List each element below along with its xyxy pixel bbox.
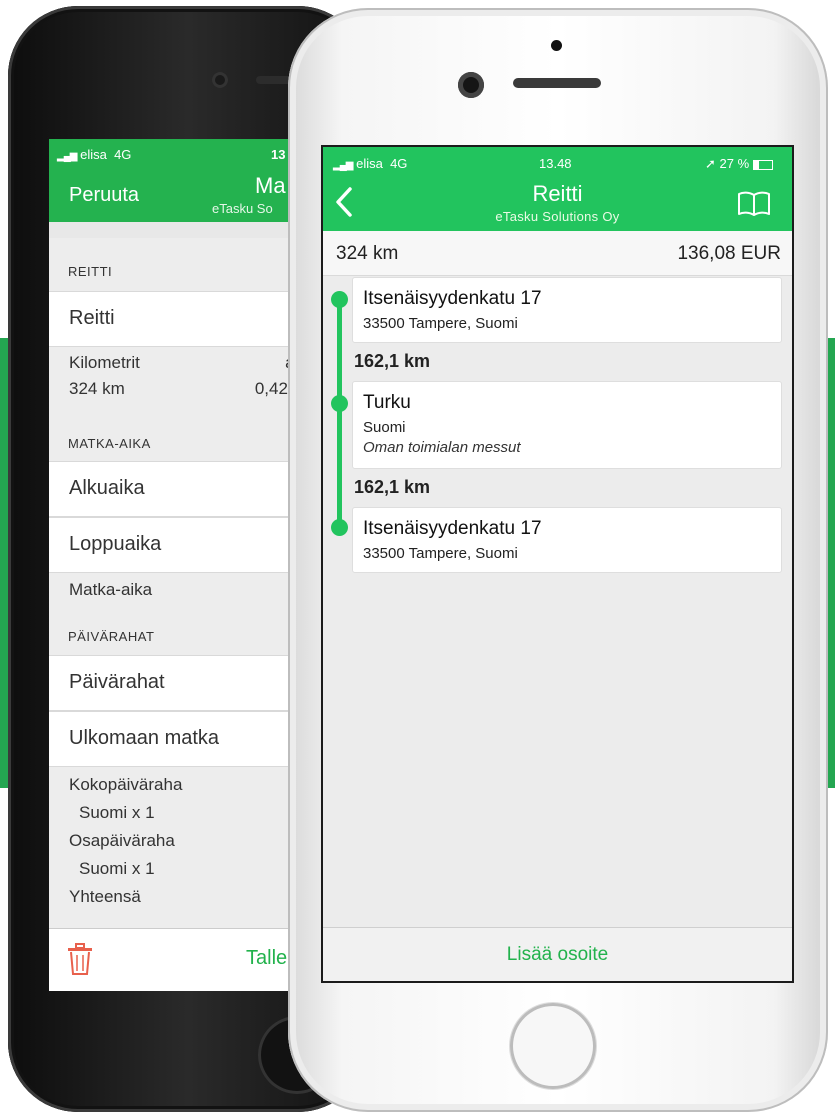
back-spacer: [49, 222, 304, 238]
front-nav-subtitle: eTasku Solutions Oy: [495, 209, 620, 224]
route-stop-marker: [331, 395, 348, 412]
kilometers-label: Kilometrit: [69, 353, 140, 372]
signal-icon: ▂▄▆: [333, 160, 353, 171]
back-nav-bar: ▂▄▆ elisa 4G 13 Peruuta Ma eTasku So: [49, 139, 304, 222]
back-status-time: 13: [271, 147, 286, 162]
route-row[interactable]: Reitti: [49, 291, 304, 347]
full-day-allowance-label: Kokopäiväraha: [69, 775, 183, 794]
leg-distance: 162,1 km: [354, 351, 431, 371]
location-icon: ➚: [705, 156, 716, 171]
front-phone-speaker: [513, 78, 601, 88]
cancel-button[interactable]: Peruuta: [69, 184, 139, 207]
front-phone-screen: ▂▄▆ elisa 4G 13.48 ➚ 27 % Reitti eTasku …: [321, 145, 794, 983]
leg-distance: 162,1 km: [354, 477, 431, 497]
book-icon[interactable]: [737, 190, 771, 216]
abroad-trip-row[interactable]: Ulkomaan matka: [49, 711, 304, 767]
stop-name: Itsenäisyydenkatu 17: [363, 518, 542, 539]
section-header-allowances: PÄIVÄRAHAT: [68, 629, 155, 644]
front-bottom-toolbar: Lisää osoite: [323, 927, 792, 981]
front-status-carrier: ▂▄▆ elisa 4G: [333, 156, 408, 171]
start-time-row[interactable]: Alkuaika: [49, 461, 304, 517]
abroad-trip-label: Ulkomaan matka: [69, 727, 220, 749]
front-phone-camera: [458, 72, 484, 98]
allowances-label: Päivärahat: [69, 671, 165, 693]
total-cost: 136,08 EUR: [677, 243, 781, 264]
save-button[interactable]: Talle: [246, 947, 287, 970]
part-day-allowance-detail: Suomi x 1: [79, 859, 155, 878]
total-distance: 324 km: [336, 243, 399, 264]
trip-duration-label: Matka-aika: [69, 580, 153, 599]
route-timeline-line: [337, 298, 342, 526]
front-nav-title: Reitti: [532, 181, 583, 206]
back-status-carrier: ▂▄▆ elisa 4G: [57, 147, 132, 162]
total-label: Yhteensä: [69, 887, 141, 906]
stop-address: 33500 Tampere, Suomi: [363, 315, 518, 332]
section-header-route: REITTI: [68, 264, 113, 279]
route-stop-marker: [331, 519, 348, 536]
kilometers-value: 324 km: [69, 379, 125, 398]
back-phone-screen: ▂▄▆ elisa 4G 13 Peruuta Ma eTasku So REI…: [49, 139, 304, 991]
signal-icon: ▂▄▆: [57, 151, 77, 162]
add-address-button[interactable]: Lisää osoite: [323, 944, 792, 966]
back-phone-camera: [212, 72, 228, 88]
front-phone-sensor: [551, 40, 562, 51]
trash-icon[interactable]: [67, 943, 93, 975]
route-stop-marker: [331, 291, 348, 308]
front-status-battery: ➚ 27 %: [705, 156, 773, 172]
back-nav-subtitle: eTasku So: [212, 201, 273, 216]
route-stop-card[interactable]: Itsenäisyydenkatu 17 33500 Tampere, Suom…: [352, 507, 782, 573]
stop-name: Turku: [363, 392, 411, 413]
start-time-label: Alkuaika: [69, 477, 145, 499]
route-summary: 324 km 136,08 EUR: [323, 231, 792, 276]
back-nav-title: Ma: [255, 173, 286, 198]
stop-note: Oman toimialan messut: [363, 439, 521, 456]
stop-address: Suomi: [363, 419, 406, 436]
route-row-label: Reitti: [69, 307, 115, 329]
route-stop-card[interactable]: Turku Suomi Oman toimialan messut: [352, 381, 782, 469]
full-day-allowance-detail: Suomi x 1: [79, 803, 155, 822]
section-header-trip-time: MATKA-AIKA: [68, 436, 151, 451]
front-status-time: 13.48: [539, 156, 572, 171]
back-bottom-toolbar: Talle: [49, 928, 304, 991]
stop-address: 33500 Tampere, Suomi: [363, 545, 518, 562]
end-time-row[interactable]: Loppuaika: [49, 517, 304, 573]
stop-name: Itsenäisyydenkatu 17: [363, 288, 542, 309]
end-time-label: Loppuaika: [69, 533, 162, 555]
allowances-row[interactable]: Päivärahat: [49, 655, 304, 711]
route-stop-card[interactable]: Itsenäisyydenkatu 17 33500 Tampere, Suom…: [352, 277, 782, 343]
front-phone-home-button[interactable]: [510, 1003, 596, 1089]
part-day-allowance-label: Osapäiväraha: [69, 831, 175, 850]
battery-icon: [752, 159, 773, 170]
front-nav-bar: ▂▄▆ elisa 4G 13.48 ➚ 27 % Reitti eTasku …: [323, 147, 792, 231]
